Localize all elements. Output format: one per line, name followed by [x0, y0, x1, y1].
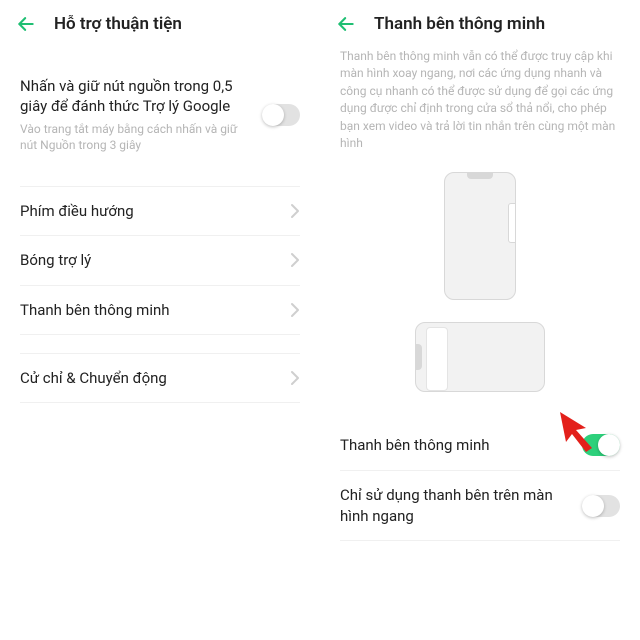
chevron-right-icon [290, 203, 300, 219]
chevron-right-icon [290, 302, 300, 318]
row-smart-sidebar-toggle[interactable]: Thanh bên thông minh [320, 420, 640, 470]
row-subtitle: Vào trang tắt máy bằng cách nhấn và giữ … [20, 121, 250, 155]
row-content: Nhấn và giữ nút nguồn trong 0,5 giây để … [20, 76, 262, 154]
page-title: Hỗ trợ thuận tiện [54, 14, 182, 34]
row-title: Cử chỉ & Chuyển động [20, 368, 167, 388]
screen-smart-sidebar: Thanh bên thông minh Thanh bên thông min… [320, 0, 640, 640]
row-title: Thanh bên thông minh [20, 300, 170, 320]
nav-bar [0, 614, 320, 638]
row-title: Thanh bên thông minh [340, 435, 490, 455]
illustration [320, 162, 640, 392]
divider [20, 402, 300, 403]
nav-back-icon[interactable] [551, 617, 569, 635]
toggle-google-assistant[interactable] [262, 104, 300, 126]
row-title: Bóng trợ lý [20, 250, 91, 270]
nav-recent-icon[interactable] [71, 617, 89, 635]
row-title: Chỉ sử dụng thanh bên trên màn hình ngan… [340, 485, 570, 526]
spacer [320, 392, 640, 420]
row-google-assistant[interactable]: Nhấn và giữ nút nguồn trong 0,5 giây để … [0, 62, 320, 168]
description-text: Thanh bên thông minh vẫn có thể được tru… [320, 44, 640, 162]
nav-home-icon[interactable] [151, 617, 169, 635]
row-title: Phím điều hướng [20, 201, 134, 221]
nav-bar [320, 614, 640, 638]
row-smart-sidebar[interactable]: Thanh bên thông minh [0, 286, 320, 334]
row-title: Nhấn và giữ nút nguồn trong 0,5 giây để … [20, 76, 250, 117]
phone-landscape-icon [415, 322, 545, 393]
screen-convenience-assist: Hỗ trợ thuận tiện Nhấn và giữ nút nguồn … [0, 0, 320, 640]
row-assistant-ball[interactable]: Bóng trợ lý [0, 236, 320, 284]
divider [340, 540, 620, 541]
back-arrow-icon[interactable] [16, 14, 36, 34]
nav-back-icon[interactable] [231, 617, 249, 635]
back-arrow-icon[interactable] [336, 14, 356, 34]
toggle-smart-sidebar[interactable] [582, 434, 620, 456]
phone-portrait-icon [444, 172, 516, 299]
nav-recent-icon[interactable] [391, 617, 409, 635]
header: Hỗ trợ thuận tiện [0, 0, 320, 44]
chevron-right-icon [290, 252, 300, 268]
row-landscape-only[interactable]: Chỉ sử dụng thanh bên trên màn hình ngan… [320, 471, 640, 540]
nav-home-icon[interactable] [471, 617, 489, 635]
row-navigation-keys[interactable]: Phím điều hướng [0, 187, 320, 235]
spacer [0, 335, 320, 353]
spacer [0, 44, 320, 62]
chevron-right-icon [290, 370, 300, 386]
row-gesture-motion[interactable]: Cử chỉ & Chuyển động [0, 354, 320, 402]
page-title: Thanh bên thông minh [374, 14, 545, 34]
header: Thanh bên thông minh [320, 0, 640, 44]
toggle-landscape-only[interactable] [582, 495, 620, 517]
spacer [0, 168, 320, 186]
